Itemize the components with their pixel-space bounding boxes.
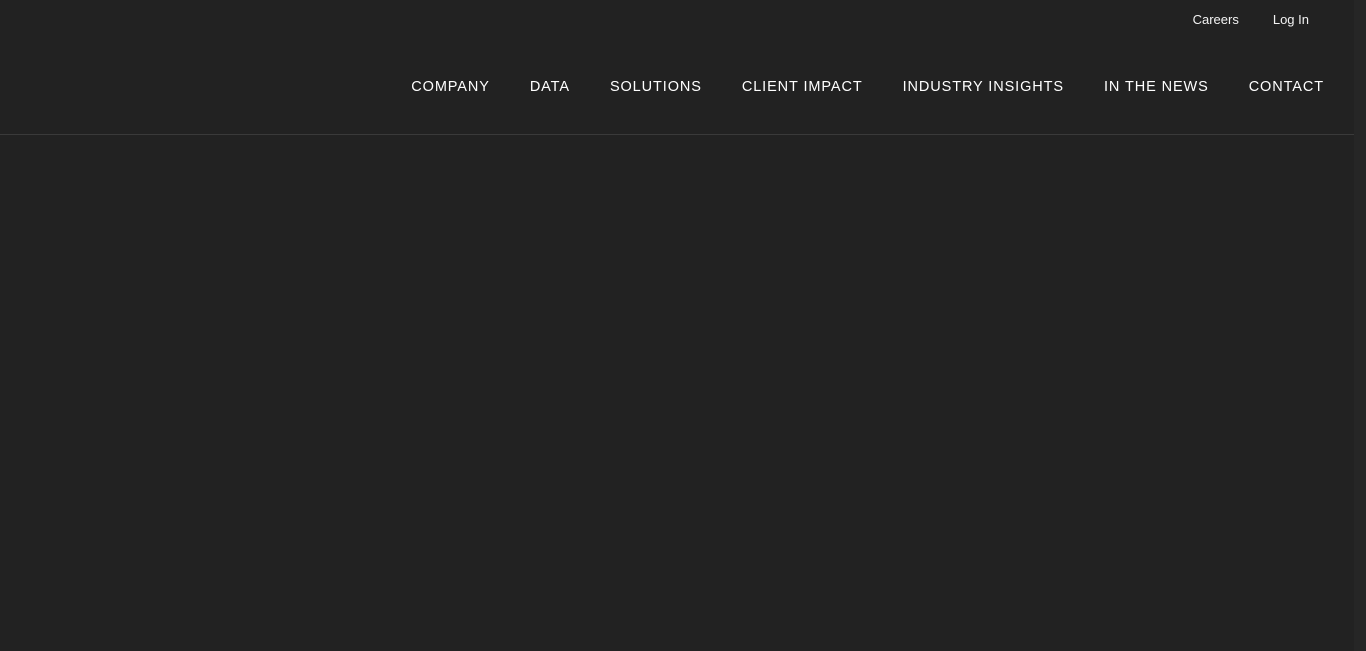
nav-item-company[interactable]: COMPANY xyxy=(411,78,490,96)
nav-item-industry-insights[interactable]: INDUSTRY INSIGHTS xyxy=(903,78,1064,96)
login-link[interactable]: Log In xyxy=(1273,12,1309,28)
nav-item-client-impact[interactable]: CLIENT IMPACT xyxy=(742,78,863,96)
nav-item-contact[interactable]: CONTACT xyxy=(1249,78,1324,96)
site-header: Careers Log In COMPANY DATA SOLUTIONS CL… xyxy=(0,0,1354,135)
nav-item-in-the-news[interactable]: IN THE NEWS xyxy=(1104,78,1209,96)
nav-item-solutions[interactable]: SOLUTIONS xyxy=(610,78,702,96)
utility-nav: Careers Log In xyxy=(1193,12,1309,28)
main-nav: COMPANY DATA SOLUTIONS CLIENT IMPACT IND… xyxy=(411,78,1324,96)
careers-link[interactable]: Careers xyxy=(1193,12,1239,28)
page: Careers Log In COMPANY DATA SOLUTIONS CL… xyxy=(0,0,1366,651)
nav-item-data[interactable]: DATA xyxy=(530,78,570,96)
vertical-scrollbar[interactable] xyxy=(1354,0,1366,651)
main-content-area xyxy=(0,136,1354,651)
